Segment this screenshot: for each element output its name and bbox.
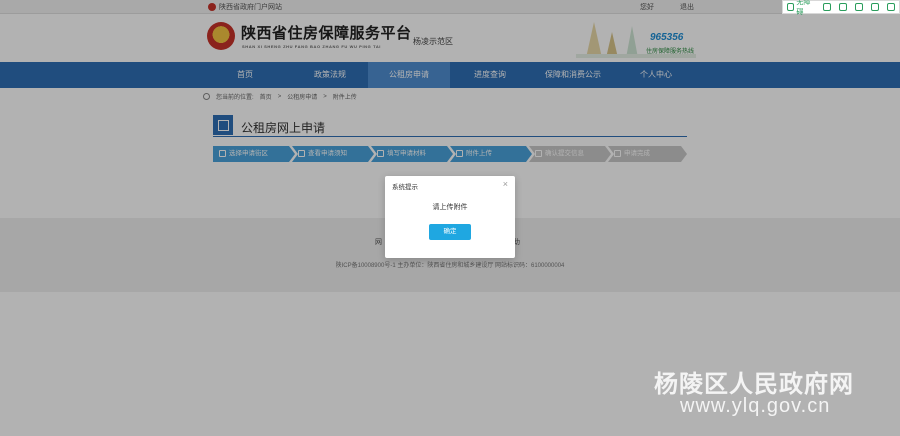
- watermark-title: 杨陵区人民政府网: [654, 371, 854, 398]
- help-button[interactable]: [883, 3, 899, 11]
- read-aloud-icon: [855, 3, 863, 11]
- zoom-in-button[interactable]: [819, 3, 835, 11]
- system-alert-dialog: 系统提示 × 请上传附件 确定: [385, 176, 515, 258]
- guide-icon: [871, 3, 879, 11]
- dialog-message: 请上传附件: [432, 204, 468, 211]
- zoom-in-icon: [823, 3, 831, 11]
- accessibility-toggle[interactable]: 无障碍: [783, 0, 819, 17]
- confirm-button[interactable]: 确定: [429, 224, 471, 240]
- watermark-url: www.ylq.gov.cn: [680, 395, 831, 417]
- read-aloud-button[interactable]: [851, 3, 867, 11]
- fullscreen-button[interactable]: [835, 3, 851, 11]
- accessibility-icon: [787, 3, 795, 11]
- accessibility-label: 无障碍: [796, 0, 811, 16]
- dialog-title: 系统提示: [392, 184, 418, 191]
- close-icon[interactable]: ×: [503, 179, 508, 189]
- guide-button[interactable]: [867, 3, 883, 11]
- accessibility-toolbar: 无障碍: [782, 0, 900, 17]
- help-icon: [887, 3, 895, 11]
- fullscreen-icon: [839, 3, 847, 11]
